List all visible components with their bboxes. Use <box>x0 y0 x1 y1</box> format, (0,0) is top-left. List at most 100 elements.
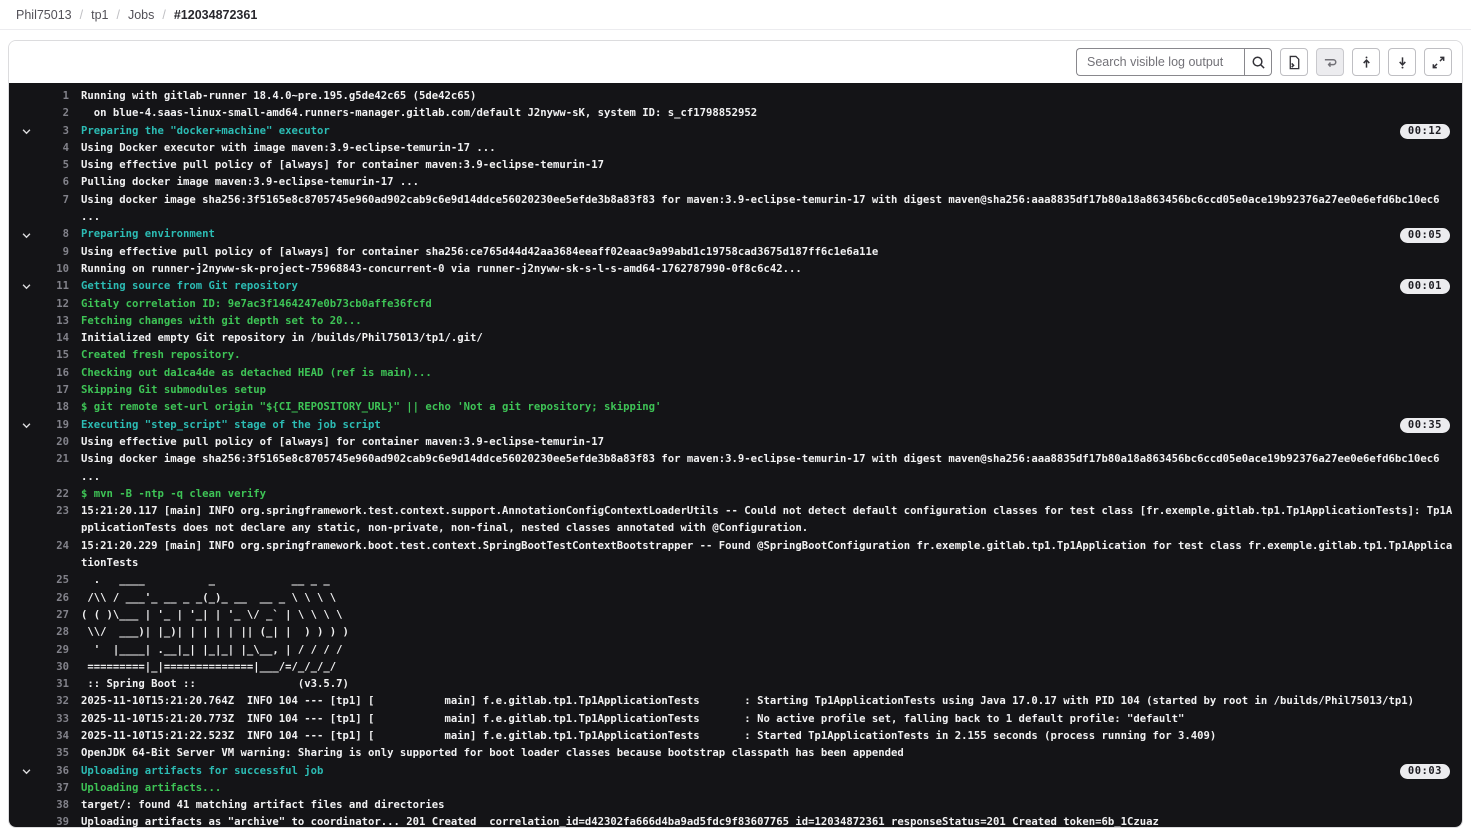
chevron-down-icon[interactable] <box>13 693 39 710</box>
chevron-down-icon[interactable] <box>13 607 39 624</box>
log-line-number[interactable]: 4 <box>39 140 69 157</box>
wrap-lines-button[interactable] <box>1316 48 1344 76</box>
log-line-number[interactable]: 15 <box>39 347 69 364</box>
log-line-number[interactable]: 32 <box>39 693 69 710</box>
chevron-down-icon[interactable] <box>13 486 39 503</box>
chevron-down-icon[interactable] <box>13 330 39 347</box>
log-line-number[interactable]: 35 <box>39 745 69 762</box>
log-line-number[interactable]: 36 <box>39 763 69 780</box>
log-line-number[interactable]: 20 <box>39 434 69 451</box>
log-line-gutter: 28 <box>13 624 69 641</box>
chevron-down-icon[interactable] <box>13 728 39 745</box>
log-line-number[interactable]: 5 <box>39 157 69 174</box>
log-line-number[interactable]: 39 <box>39 814 69 827</box>
scroll-to-bottom-button[interactable] <box>1388 48 1416 76</box>
chevron-down-icon[interactable] <box>13 192 39 209</box>
log-line-number[interactable]: 31 <box>39 676 69 693</box>
log-line: 7 Using docker image sha256:3f5165e8c870… <box>13 192 1462 227</box>
log-line-number[interactable]: 25 <box>39 572 69 589</box>
chevron-down-icon[interactable] <box>13 88 39 105</box>
chevron-down-icon[interactable] <box>13 157 39 174</box>
chevron-down-icon[interactable] <box>13 226 39 243</box>
chevron-down-icon[interactable] <box>13 399 39 416</box>
log-line-gutter: 1 <box>13 88 69 105</box>
chevron-down-icon[interactable] <box>13 711 39 728</box>
chevron-down-icon[interactable] <box>13 261 39 278</box>
log-line-number[interactable]: 18 <box>39 399 69 416</box>
chevron-down-icon[interactable] <box>13 538 39 555</box>
chevron-down-icon[interactable] <box>13 278 39 295</box>
chevron-down-icon[interactable] <box>13 745 39 762</box>
chevron-down-icon[interactable] <box>13 797 39 814</box>
chevron-down-icon[interactable] <box>13 382 39 399</box>
log-line-number[interactable]: 11 <box>39 278 69 295</box>
log-line-number[interactable]: 14 <box>39 330 69 347</box>
log-line-text: target/: found 41 matching artifact file… <box>69 797 1462 814</box>
chevron-down-icon[interactable] <box>13 296 39 313</box>
chevron-down-icon[interactable] <box>13 174 39 191</box>
chevron-down-icon[interactable] <box>13 347 39 364</box>
chevron-down-icon[interactable] <box>13 624 39 641</box>
log-line-number[interactable]: 23 <box>39 503 69 520</box>
chevron-down-icon[interactable] <box>13 763 39 780</box>
log-line-number[interactable]: 3 <box>39 123 69 140</box>
breadcrumb-link-jobs[interactable]: Jobs <box>128 8 154 22</box>
log-line-number[interactable]: 6 <box>39 174 69 191</box>
chevron-down-icon[interactable] <box>13 572 39 589</box>
log-line-number[interactable]: 16 <box>39 365 69 382</box>
chevron-down-icon[interactable] <box>13 313 39 330</box>
breadcrumb-separator: / <box>116 8 119 22</box>
chevron-down-icon[interactable] <box>13 503 39 520</box>
log-line-text: Using effective pull policy of [always] … <box>69 244 1462 261</box>
chevron-down-icon[interactable] <box>13 434 39 451</box>
chevron-down-icon[interactable] <box>13 676 39 693</box>
log-line-number[interactable]: 13 <box>39 313 69 330</box>
log-line-number[interactable]: 38 <box>39 797 69 814</box>
fullscreen-button[interactable] <box>1424 48 1452 76</box>
scroll-to-top-button[interactable] <box>1352 48 1380 76</box>
chevron-down-icon[interactable] <box>13 814 39 827</box>
breadcrumb-link-project[interactable]: tp1 <box>91 8 108 22</box>
log-line: 19 Executing "step_script" stage of the … <box>13 417 1462 434</box>
log-line-number[interactable]: 17 <box>39 382 69 399</box>
log-line-number[interactable]: 34 <box>39 728 69 745</box>
log-line-text: Uploading artifacts as "archive" to coor… <box>69 814 1462 827</box>
log-line-gutter: 2 <box>13 105 69 122</box>
log-line-number[interactable]: 8 <box>39 226 69 243</box>
log-line-number[interactable]: 24 <box>39 538 69 555</box>
log-line-number[interactable]: 30 <box>39 659 69 676</box>
log-line-number[interactable]: 37 <box>39 780 69 797</box>
log-line-number[interactable]: 21 <box>39 451 69 468</box>
log-line-number[interactable]: 33 <box>39 711 69 728</box>
log-line-number[interactable]: 26 <box>39 590 69 607</box>
chevron-down-icon[interactable] <box>13 659 39 676</box>
breadcrumb-separator: / <box>162 8 165 22</box>
search-input[interactable] <box>1076 48 1244 76</box>
chevron-down-icon[interactable] <box>13 642 39 659</box>
log-line-number[interactable]: 9 <box>39 244 69 261</box>
chevron-down-icon[interactable] <box>13 244 39 261</box>
log-line-number[interactable]: 29 <box>39 642 69 659</box>
chevron-down-icon[interactable] <box>13 123 39 140</box>
chevron-down-icon[interactable] <box>13 417 39 434</box>
show-raw-log-button[interactable] <box>1280 48 1308 76</box>
chevron-down-icon[interactable] <box>13 590 39 607</box>
log-line-number[interactable]: 1 <box>39 88 69 105</box>
chevron-down-icon[interactable] <box>13 105 39 122</box>
chevron-down-icon[interactable] <box>13 451 39 468</box>
breadcrumb-link-user[interactable]: Phil75013 <box>16 8 72 22</box>
log-line-number[interactable]: 7 <box>39 192 69 209</box>
chevron-down-icon[interactable] <box>13 140 39 157</box>
log-line: 23 15:21:20.117 [main] INFO org.springfr… <box>13 503 1462 538</box>
log-line-number[interactable]: 27 <box>39 607 69 624</box>
log-line-number[interactable]: 28 <box>39 624 69 641</box>
chevron-down-icon[interactable] <box>13 780 39 797</box>
log-line-number[interactable]: 22 <box>39 486 69 503</box>
log-line-number[interactable]: 19 <box>39 417 69 434</box>
chevron-down-icon[interactable] <box>13 365 39 382</box>
log-line-gutter: 35 <box>13 745 69 762</box>
search-submit-button[interactable] <box>1244 48 1272 76</box>
log-line-number[interactable]: 12 <box>39 296 69 313</box>
log-line-number[interactable]: 2 <box>39 105 69 122</box>
log-line-number[interactable]: 10 <box>39 261 69 278</box>
